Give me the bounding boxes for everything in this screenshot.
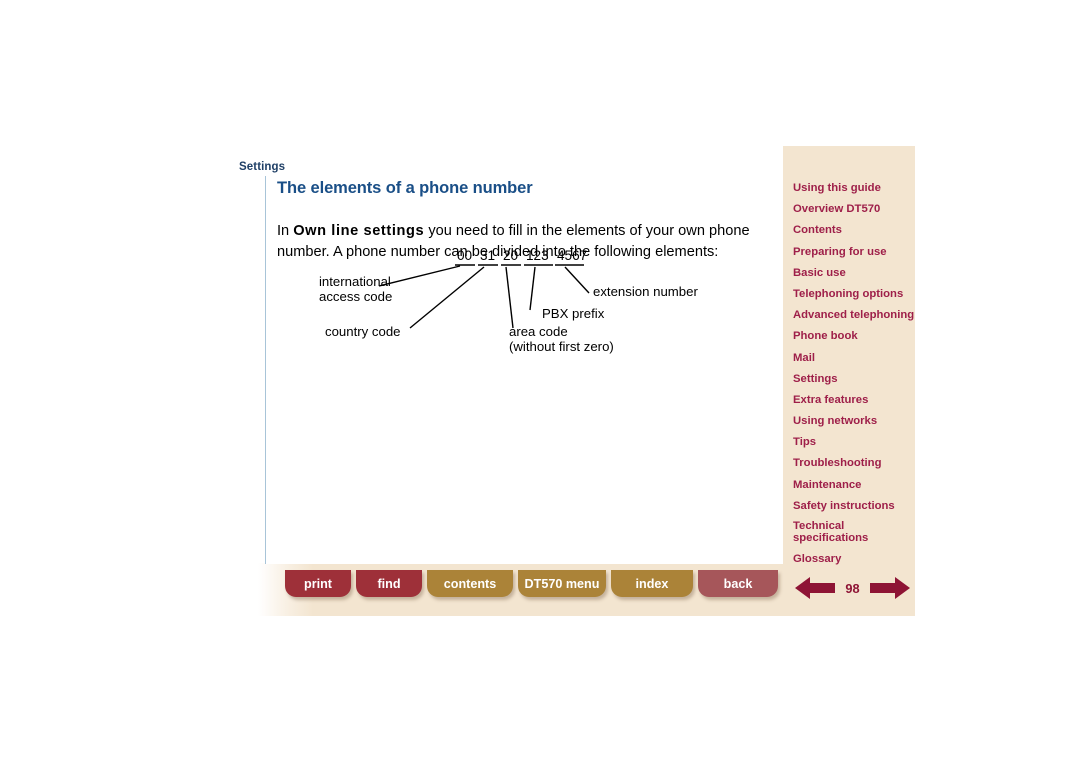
contents-button[interactable]: contents: [427, 570, 513, 597]
number-segment-pbx: 123: [526, 248, 549, 263]
label-international-access-code-line1: international: [319, 274, 391, 289]
sidebar-item-settings[interactable]: Settings: [793, 373, 911, 386]
sidebar-item-phone-book[interactable]: Phone book: [793, 330, 911, 343]
dt570-menu-button[interactable]: DT570 menu: [518, 570, 606, 597]
page-number: 98: [845, 580, 860, 596]
label-area-code-line1: area code: [509, 324, 568, 339]
sidebar-item-safety-instructions[interactable]: Safety instructions: [793, 500, 911, 513]
sidebar-item-maintenance[interactable]: Maintenance: [793, 479, 911, 492]
body-lead-in: In: [277, 222, 294, 239]
label-area-code-line2: (without first zero): [509, 339, 614, 354]
page-title: The elements of a phone number: [277, 179, 533, 197]
sidebar-item-basic-use[interactable]: Basic use: [793, 267, 911, 280]
number-segment-country: 31: [480, 248, 495, 263]
sidebar-item-using-networks[interactable]: Using networks: [793, 415, 911, 428]
print-button[interactable]: print: [285, 570, 351, 597]
sidebar-item-mail[interactable]: Mail: [793, 352, 911, 365]
label-international-access-code-line2: access code: [319, 289, 392, 304]
sidebar-item-technical-specifications[interactable]: Technical specifications: [793, 520, 911, 544]
sidebar-nav: Using this guide Overview DT570 Contents Pr…: [793, 182, 914, 574]
sidebar-item-using-this-guide[interactable]: Using this guide: [793, 182, 911, 195]
arrow-left-icon[interactable]: [795, 575, 835, 601]
find-button[interactable]: find: [356, 570, 422, 597]
number-segment-area: 20: [503, 248, 519, 263]
sidebar-item-contents[interactable]: Contents: [793, 224, 911, 237]
document-page: Settings The elements of a phone number …: [0, 0, 1080, 763]
index-button[interactable]: index: [611, 570, 693, 597]
label-extension-number: extension number: [593, 284, 698, 299]
sidebar-item-tips[interactable]: Tips: [793, 436, 911, 449]
sidebar-item-telephoning-options[interactable]: Telephoning options: [793, 288, 911, 301]
label-country-code: country code: [325, 324, 401, 339]
phone-number-diagram: 00 31 20 123 4567 international access c…: [277, 248, 777, 368]
footer-button-bar: print find contents DT570 menu index back: [285, 570, 778, 598]
back-button[interactable]: back: [698, 570, 778, 597]
sidebar-item-troubleshooting[interactable]: Troubleshooting: [793, 457, 911, 470]
sidebar-item-glossary[interactable]: Glossary: [793, 553, 911, 566]
breadcrumb: Settings: [239, 161, 286, 173]
arrow-right-icon[interactable]: [869, 575, 910, 601]
number-segment-extension: 4567: [557, 248, 587, 263]
sidebar-item-preparing-for-use[interactable]: Preparing for use: [793, 246, 911, 259]
number-segment-international: 00: [457, 248, 473, 263]
sidebar-item-overview-dt570[interactable]: Overview DT570: [793, 203, 911, 216]
sidebar-item-advanced-telephoning[interactable]: Advanced telephoning: [793, 309, 914, 322]
body-bold-term: Own line settings: [293, 222, 425, 239]
page-navigation: 98: [795, 572, 910, 604]
sidebar-item-extra-features[interactable]: Extra features: [793, 394, 911, 407]
label-pbx-prefix: PBX prefix: [542, 306, 605, 321]
